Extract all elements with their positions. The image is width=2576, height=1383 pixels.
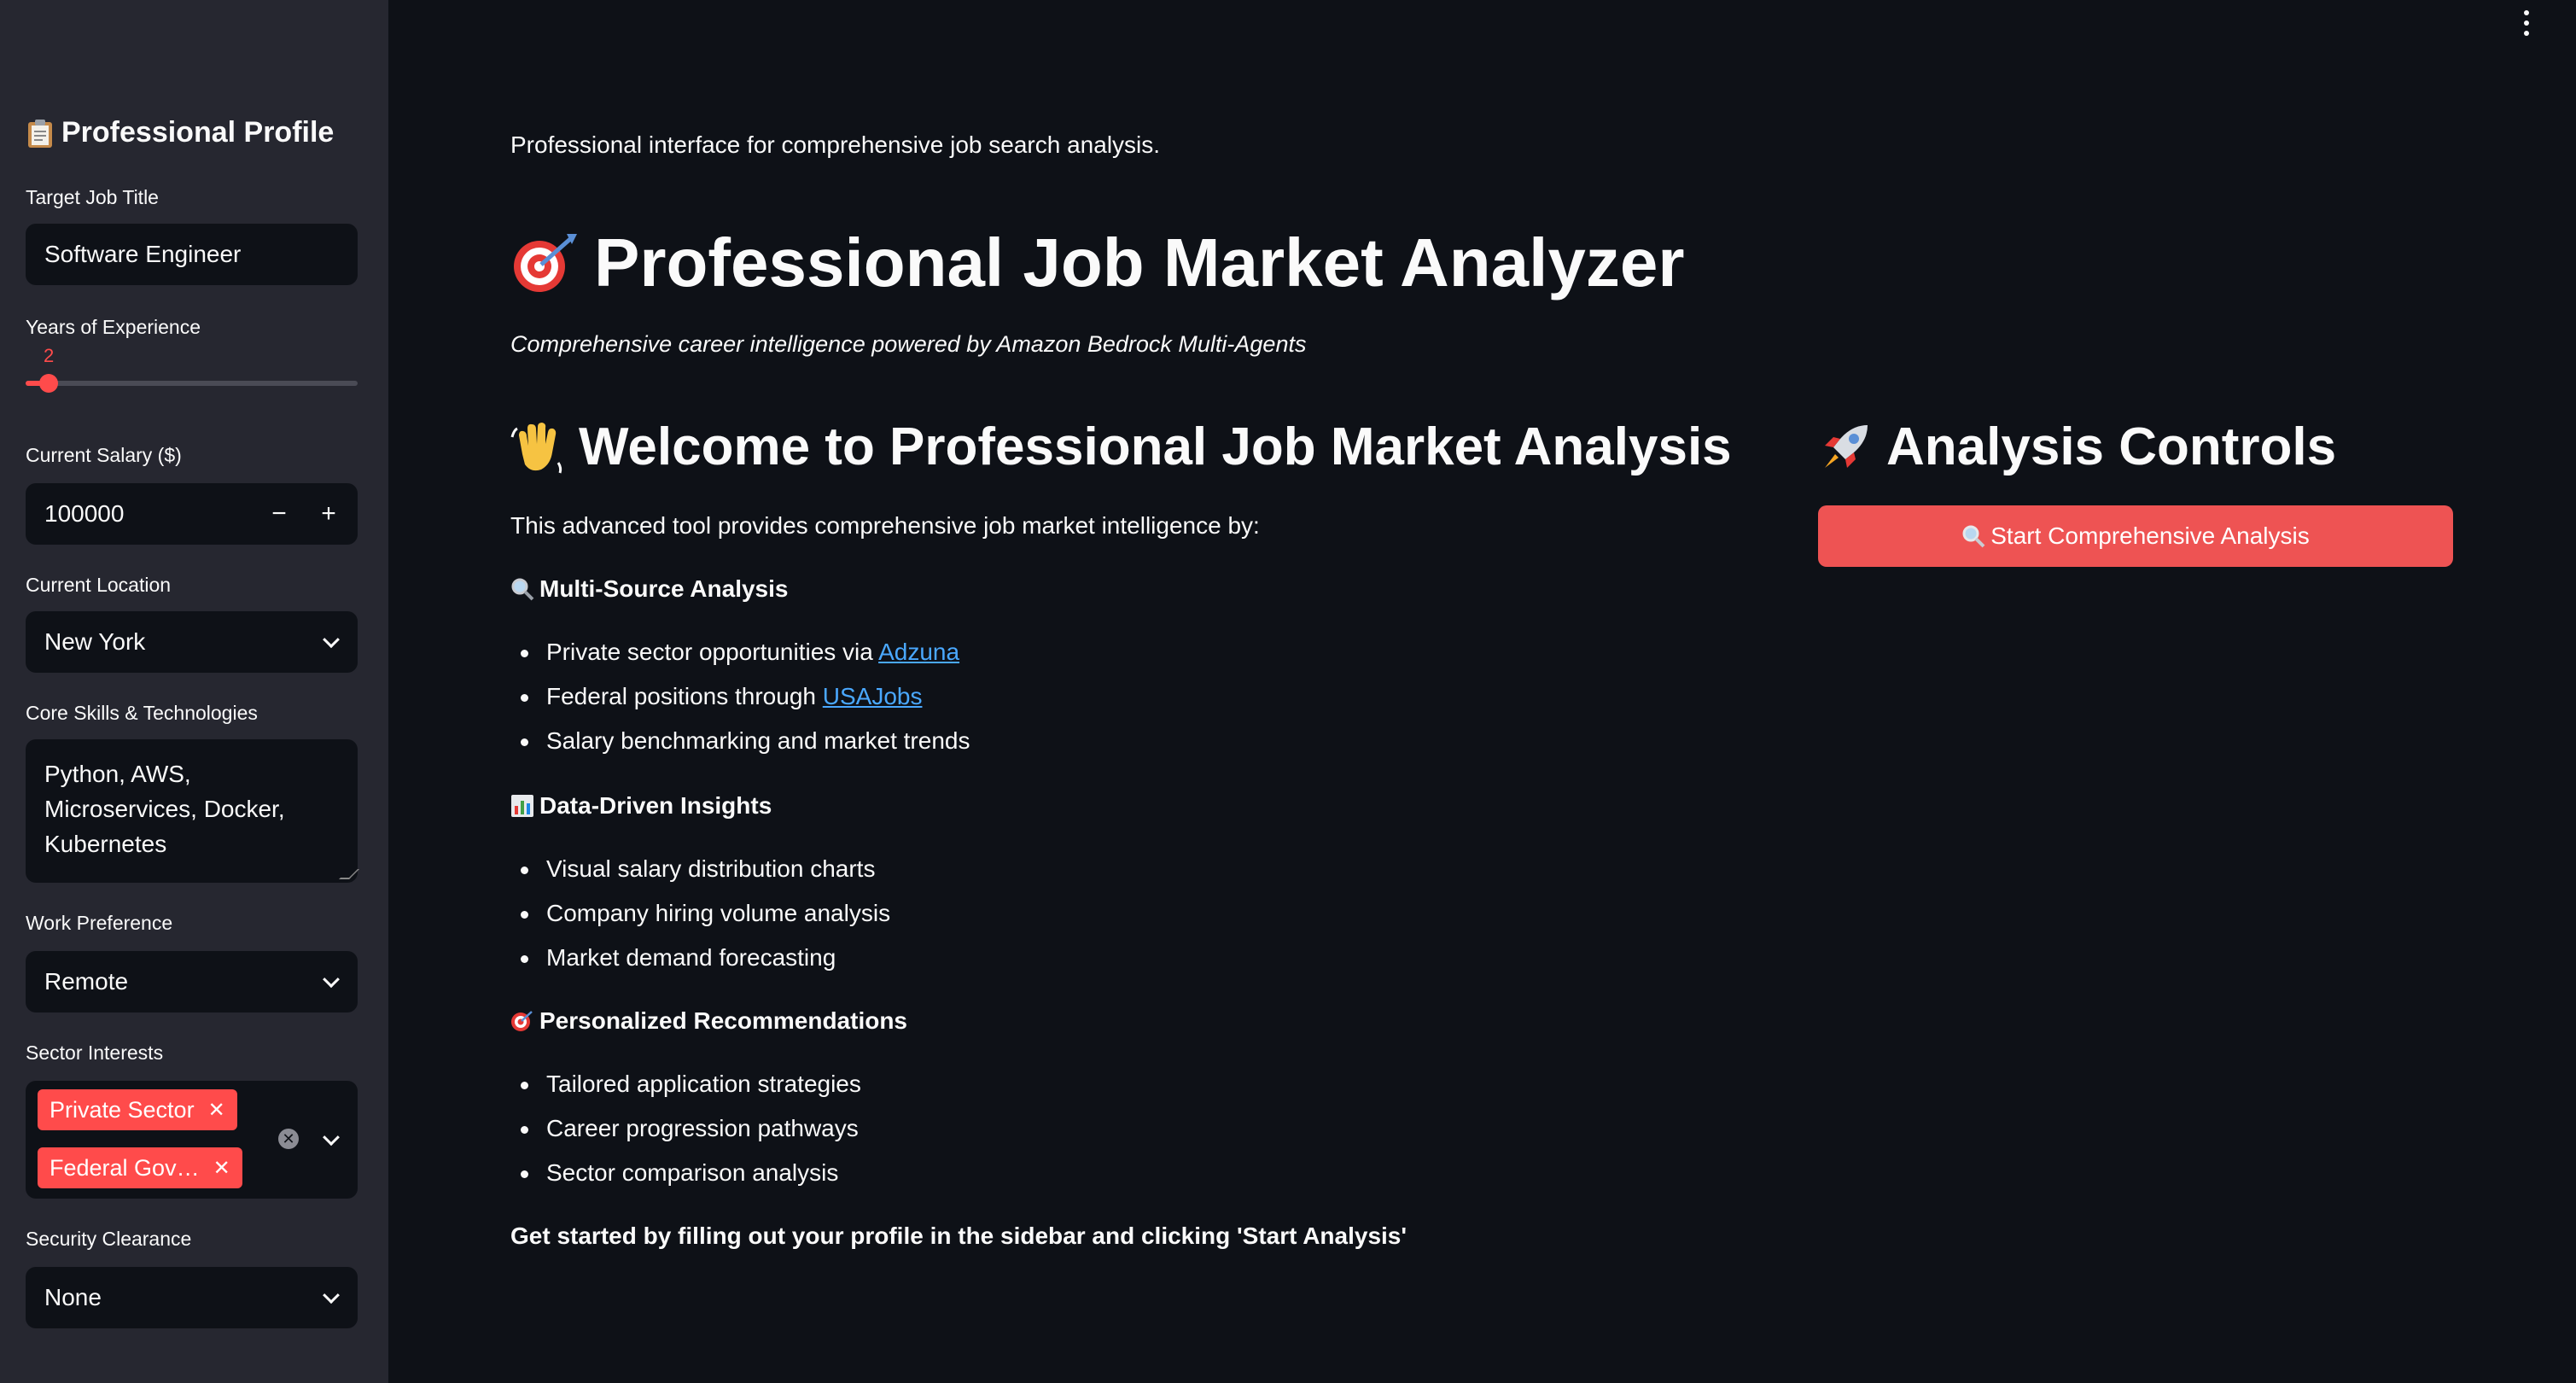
start-analysis-label: Start Comprehensive Analysis [1990, 522, 2310, 549]
section-heading-text: Personalized Recommendations [539, 1007, 908, 1034]
list-item: Private sector opportunities via Adzuna [520, 639, 959, 666]
magnifier-icon [511, 578, 534, 601]
chevron-down-icon [323, 631, 340, 649]
main-menu-icon[interactable] [2521, 10, 2532, 36]
sidebar-title-text: Professional Profile [61, 116, 335, 149]
welcome-heading: Welcome to Professional Job Market Analy… [510, 417, 1732, 477]
section-heading-data-driven: Data-Driven Insights [510, 792, 772, 820]
salary-value: 100000 [44, 500, 125, 527]
clearance-select[interactable]: None [26, 1267, 358, 1328]
chevron-down-icon [323, 971, 340, 989]
location-select[interactable]: New York [26, 611, 358, 673]
salary-decrement-button[interactable]: − [255, 483, 303, 545]
job-title-label: Target Job Title [26, 186, 159, 208]
work-pref-value: Remote [44, 968, 129, 995]
clearance-label: Security Clearance [26, 1228, 192, 1250]
clearance-value: None [44, 1284, 102, 1310]
call-to-action: Get started by filling out your profile … [510, 1223, 1407, 1249]
sector-tag: Private Sector ✕ [38, 1089, 237, 1130]
skills-label: Core Skills & Technologies [26, 702, 258, 724]
target-icon [514, 234, 577, 292]
list-item: Market demand forecasting [520, 944, 836, 971]
clear-all-icon[interactable]: ✕ [278, 1129, 299, 1149]
list-item: Sector comparison analysis [520, 1159, 839, 1186]
usajobs-link[interactable]: USAJobs [823, 683, 923, 709]
salary-input[interactable]: 100000 − + [26, 483, 358, 545]
experience-value: 2 [44, 345, 55, 366]
bar-chart-icon [511, 795, 533, 817]
welcome-heading-text: Welcome to Professional Job Market Analy… [579, 417, 1732, 476]
controls-heading-text: Analysis Controls [1886, 417, 2337, 476]
adzuna-link[interactable]: Adzuna [878, 639, 959, 665]
sector-tag-label: Private Sector [50, 1096, 195, 1123]
skills-value: Python, AWS, Microservices, Docker, Kube… [44, 761, 285, 857]
list-item-text: Federal positions through [546, 683, 823, 709]
location-label: Current Location [26, 574, 172, 596]
list-item: Career progression pathways [521, 1115, 859, 1141]
list-item-text: Salary benchmarking and market trends [546, 727, 970, 754]
experience-slider[interactable] [26, 374, 358, 393]
remove-tag-icon[interactable]: ✕ [208, 1098, 225, 1123]
page-title: Professional Job Market Analyzer [510, 224, 1684, 302]
experience-slider-thumb[interactable] [39, 374, 58, 393]
controls-heading: Analysis Controls [1818, 417, 2336, 477]
salary-increment-button[interactable]: + [305, 483, 353, 545]
welcome-intro: This advanced tool provides comprehensiv… [510, 512, 1260, 539]
list-item-text: Private sector opportunities via [546, 639, 879, 665]
page-subtitle: Comprehensive career intelligence powere… [510, 331, 1307, 357]
sidebar-title: Professional Profile [26, 116, 334, 149]
sidebar: Professional Profile Target Job Title So… [0, 0, 388, 1383]
page-title-text: Professional Job Market Analyzer [594, 225, 1685, 301]
section-heading-text: Data-Driven Insights [539, 792, 772, 819]
skills-textarea[interactable]: Python, AWS, Microservices, Docker, Kube… [26, 739, 359, 883]
remove-tag-icon[interactable]: ✕ [213, 1156, 230, 1181]
clipboard-icon [28, 119, 52, 148]
section-heading-personalized: Personalized Recommendations [510, 1007, 907, 1035]
rocket-icon [1825, 424, 1868, 468]
list-item: Tailored application strategies [521, 1071, 861, 1097]
location-value: New York [44, 628, 146, 655]
intro-text: Professional interface for comprehensive… [510, 131, 1161, 158]
section-heading-multi-source: Multi-Source Analysis [510, 575, 788, 603]
section-heading-text: Multi-Source Analysis [539, 575, 789, 602]
list-item: Visual salary distribution charts [520, 855, 876, 882]
list-item: Salary benchmarking and market trends [520, 727, 970, 755]
job-title-value: Software Engineer [44, 241, 242, 267]
chevron-down-icon[interactable] [323, 1129, 340, 1147]
salary-label: Current Salary ($) [26, 444, 182, 466]
target-icon [511, 1011, 533, 1031]
job-title-input[interactable]: Software Engineer [26, 224, 358, 285]
list-item: Federal positions through USAJobs [520, 683, 923, 710]
sector-tag: Federal Gov… ✕ [38, 1147, 242, 1188]
sectors-label: Sector Interests [26, 1042, 164, 1064]
start-analysis-button[interactable]: Start Comprehensive Analysis [1818, 505, 2453, 567]
work-pref-select[interactable]: Remote [26, 951, 358, 1012]
waving-hand-icon [510, 422, 562, 473]
sector-tag-label: Federal Gov… [50, 1154, 200, 1181]
experience-label: Years of Experience [26, 316, 201, 338]
chevron-down-icon [323, 1287, 340, 1304]
magnifier-icon [1962, 525, 1985, 548]
resize-grip-icon[interactable] [339, 869, 359, 879]
work-pref-label: Work Preference [26, 912, 173, 934]
list-item: Company hiring volume analysis [520, 900, 891, 926]
sectors-multiselect[interactable]: Private Sector ✕ Federal Gov… ✕ ✕ [26, 1081, 358, 1199]
